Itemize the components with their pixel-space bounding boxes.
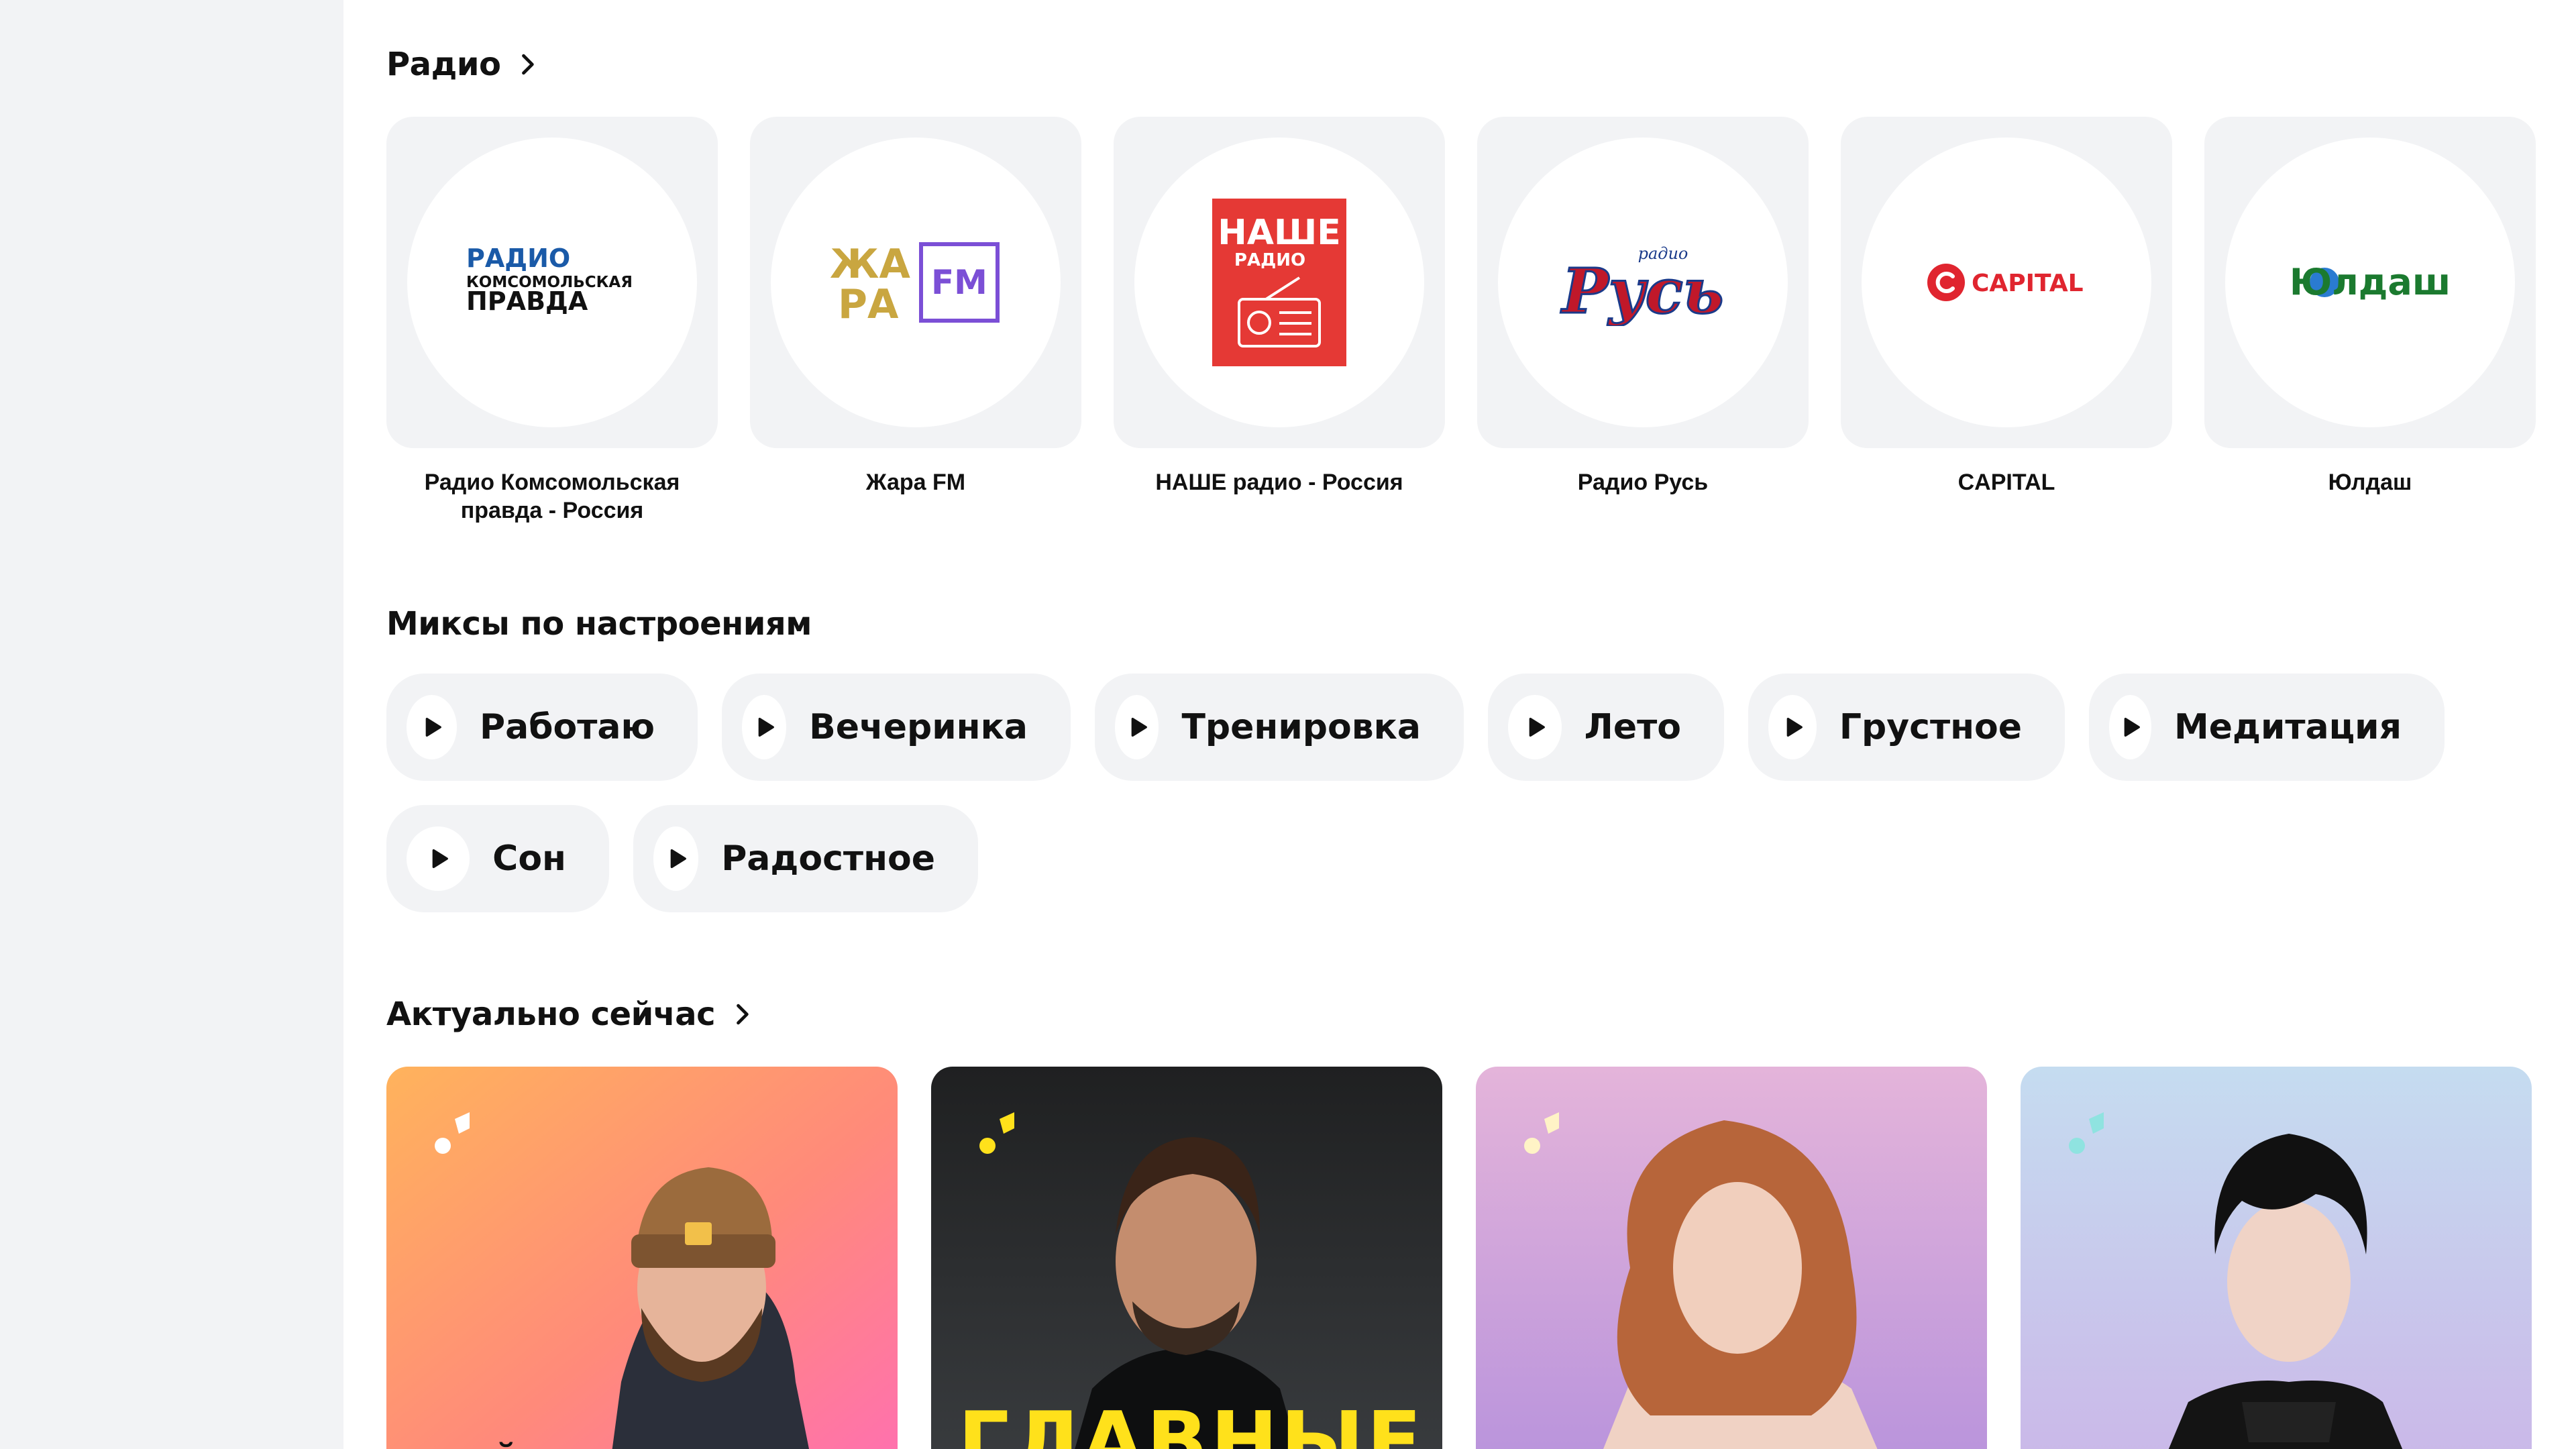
kp-logo-icon: РАДИО КОМСОМОЛЬСКАЯ ПРАВДА [466, 246, 633, 316]
mood-label: Тренировка [1181, 707, 1421, 747]
card-caption: ГЛАВНЫЕ [958, 1395, 1425, 1449]
station-logo-nashe: НАШЕ РАДИО [1134, 138, 1424, 427]
chevron-right-icon [737, 1004, 749, 1025]
station-name[interactable]: Радио Русь [1477, 468, 1809, 496]
mood-button-rabotayu[interactable]: Работаю [386, 674, 698, 781]
chevron-right-icon [522, 54, 535, 75]
radio-tile[interactable]: радио Русь [1477, 117, 1809, 448]
moods-section-label: Миксы по настроениям [386, 605, 812, 643]
mood-label: Лето [1584, 707, 1681, 747]
play-icon[interactable] [1508, 695, 1562, 759]
mood-label: Грустное [1839, 707, 2022, 747]
zhara-logo-icon: ЖА РА FM [830, 241, 1000, 326]
radio-station-kp[interactable]: РАДИО КОМСОМОЛЬСКАЯ ПРАВДА Радио Комсомо… [386, 117, 718, 525]
main-content: Радио РАДИО КОМСОМОЛЬСКАЯ ПРАВДА Радио К… [343, 0, 2576, 1449]
radio-section-title[interactable]: Радио [386, 46, 542, 83]
play-icon[interactable] [407, 695, 457, 759]
radio-tile[interactable]: Юлдаш [2204, 117, 2536, 448]
mood-list: Работаю Вечеринка Тренировка Лето Грустн… [386, 674, 2573, 912]
svg-text:РА: РА [838, 281, 899, 326]
mood-button-meditaciya[interactable]: Медитация [2089, 674, 2445, 781]
mood-label: Медитация [2174, 707, 2402, 747]
playlist-card[interactable] [1476, 1067, 1987, 1449]
mood-button-trenirovka[interactable]: Тренировка [1095, 674, 1464, 781]
radio-list: РАДИО КОМСОМОЛЬСКАЯ ПРАВДА Радио Комсомо… [386, 117, 2536, 525]
play-icon[interactable] [653, 826, 699, 891]
moods-section-title: Миксы по настроениям [386, 605, 812, 643]
play-icon[interactable] [2109, 695, 2151, 759]
svg-text:РАДИО: РАДИО [1234, 250, 1305, 270]
svg-text:РАДИО: РАДИО [466, 246, 570, 273]
svg-text:CAPITAL: CAPITAL [1972, 270, 2084, 297]
station-logo-rus: радио Русь [1498, 138, 1788, 427]
radio-station-rus[interactable]: радио Русь Радио Русь [1477, 117, 1809, 525]
station-name[interactable]: НАШЕ радио - Россия [1114, 468, 1445, 496]
play-icon[interactable] [1768, 695, 1817, 759]
svg-text:Русь: Русь [1560, 255, 1724, 326]
mood-button-grustnoe[interactable]: Грустное [1748, 674, 2065, 781]
radio-station-yuldash[interactable]: Юлдаш Юлдаш [2204, 117, 2536, 525]
mood-button-radostnoe[interactable]: Радостное [633, 805, 978, 912]
radio-section-label: Радио [386, 46, 501, 83]
actual-section-title[interactable]: Актуально сейчас [386, 996, 757, 1033]
svg-text:FM: FM [931, 263, 987, 302]
playlist-card[interactable]: МАЙ ТОП [386, 1067, 898, 1449]
radio-station-capital[interactable]: CAPITAL CAPITAL [1841, 117, 2172, 525]
playlist-cards: МАЙ ТОП ГЛАВНЫЕ [386, 1067, 2532, 1449]
station-logo-zhara: ЖА РА FM [771, 138, 1061, 427]
mood-button-leto[interactable]: Лето [1488, 674, 1724, 781]
radio-tile[interactable]: РАДИО КОМСОМОЛЬСКАЯ ПРАВДА [386, 117, 718, 448]
station-name[interactable]: Юлдаш [2204, 468, 2536, 496]
station-logo-yuldash: Юлдаш [2225, 138, 2515, 427]
music-notes-icon [1524, 1112, 1559, 1154]
mood-label: Радостное [721, 839, 935, 879]
mood-button-son[interactable]: Сон [386, 805, 609, 912]
mood-label: Работаю [479, 707, 655, 747]
music-notes-icon [979, 1112, 1014, 1154]
station-name[interactable]: Радио Комсомольская правда - Россия [386, 468, 718, 525]
radio-station-nashe[interactable]: НАШЕ РАДИО НАШЕ радио - Россия [1114, 117, 1445, 525]
left-sidebar [0, 0, 343, 1449]
mood-button-vecherinka[interactable]: Вечеринка [722, 674, 1071, 781]
mood-label: Вечеринка [809, 707, 1028, 747]
capital-logo-icon: CAPITAL [1927, 264, 2084, 301]
play-icon[interactable] [407, 826, 470, 891]
svg-text:ПРАВДА: ПРАВДА [466, 286, 588, 316]
radio-station-zhara[interactable]: ЖА РА FM Жара FM [750, 117, 1081, 525]
radio-tile[interactable]: CAPITAL [1841, 117, 2172, 448]
station-logo-kp: РАДИО КОМСОМОЛЬСКАЯ ПРАВДА [407, 138, 697, 427]
yuldash-logo-icon: Юлдаш [2290, 261, 2451, 303]
nashe-logo-icon: НАШЕ РАДИО [1212, 199, 1346, 366]
radio-tile[interactable]: ЖА РА FM [750, 117, 1081, 448]
station-name[interactable]: CAPITAL [1841, 468, 2172, 496]
play-icon[interactable] [742, 695, 787, 759]
rus-logo-icon: радио Русь [1559, 244, 1725, 326]
playlist-card[interactable] [2021, 1067, 2532, 1449]
radio-tile[interactable]: НАШЕ РАДИО [1114, 117, 1445, 448]
card-caption: МАЙ ТОП [413, 1442, 646, 1449]
svg-text:Юлдаш: Юлдаш [2290, 261, 2451, 303]
music-notes-icon [2069, 1112, 2104, 1154]
playlist-card[interactable]: ГЛАВНЫЕ [931, 1067, 1442, 1449]
music-notes-icon [435, 1112, 470, 1154]
svg-text:НАШЕ: НАШЕ [1218, 213, 1341, 253]
actual-section-label: Актуально сейчас [386, 996, 716, 1033]
mood-label: Сон [492, 839, 566, 879]
play-icon[interactable] [1115, 695, 1159, 759]
station-name[interactable]: Жара FM [750, 468, 1081, 496]
station-logo-capital: CAPITAL [1862, 138, 2151, 427]
